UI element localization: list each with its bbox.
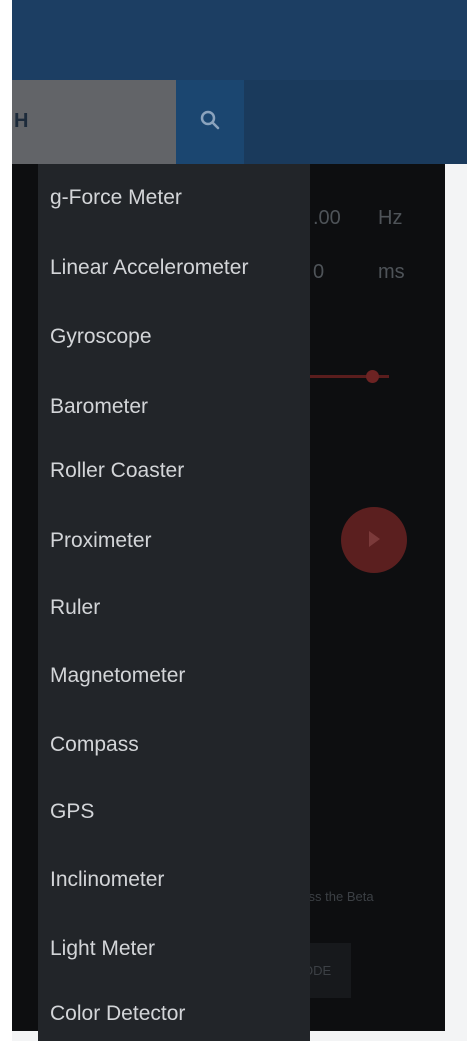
- play-button[interactable]: [341, 507, 407, 573]
- drawer-item-compass[interactable]: Compass: [50, 733, 139, 757]
- frequency-value: .00: [313, 207, 341, 229]
- drawer-item-gyroscope[interactable]: Gyroscope: [50, 325, 152, 349]
- tab-active-label: H: [14, 110, 29, 132]
- drawer-item-light-meter[interactable]: Light Meter: [50, 937, 155, 961]
- drawer-item-g-force-meter[interactable]: g-Force Meter: [50, 186, 182, 210]
- drawer-item-proximeter[interactable]: Proximeter: [50, 529, 152, 553]
- drawer-item-inclinometer[interactable]: Inclinometer: [50, 868, 164, 892]
- search-tab[interactable]: [176, 80, 244, 164]
- interval-value: 0: [313, 261, 325, 283]
- rate-slider-thumb[interactable]: [366, 370, 379, 383]
- tab-bar: H: [12, 80, 467, 164]
- left-edge-strip: [0, 0, 12, 1041]
- drawer-item-gps[interactable]: GPS: [50, 800, 94, 824]
- app-screen: H .00 Hz 0 ms ress the Beta ODE g-Force …: [0, 0, 467, 1041]
- interval-unit: ms: [378, 261, 405, 283]
- search-icon: [200, 110, 220, 130]
- navigation-drawer: g-Force Meter Linear Accelerometer Gyros…: [38, 164, 310, 1041]
- frequency-unit: Hz: [378, 207, 403, 229]
- app-bar: [12, 0, 467, 80]
- right-gutter: [445, 164, 467, 1041]
- drawer-item-linear-accelerometer[interactable]: Linear Accelerometer: [50, 256, 248, 280]
- play-icon: [369, 531, 380, 547]
- tab-active[interactable]: H: [12, 80, 176, 164]
- drawer-item-barometer[interactable]: Barometer: [50, 395, 148, 419]
- drawer-item-roller-coaster[interactable]: Roller Coaster: [50, 459, 184, 483]
- drawer-item-magnetometer[interactable]: Magnetometer: [50, 664, 185, 688]
- drawer-item-ruler[interactable]: Ruler: [50, 596, 100, 620]
- drawer-item-color-detector[interactable]: Color Detector: [50, 1002, 185, 1026]
